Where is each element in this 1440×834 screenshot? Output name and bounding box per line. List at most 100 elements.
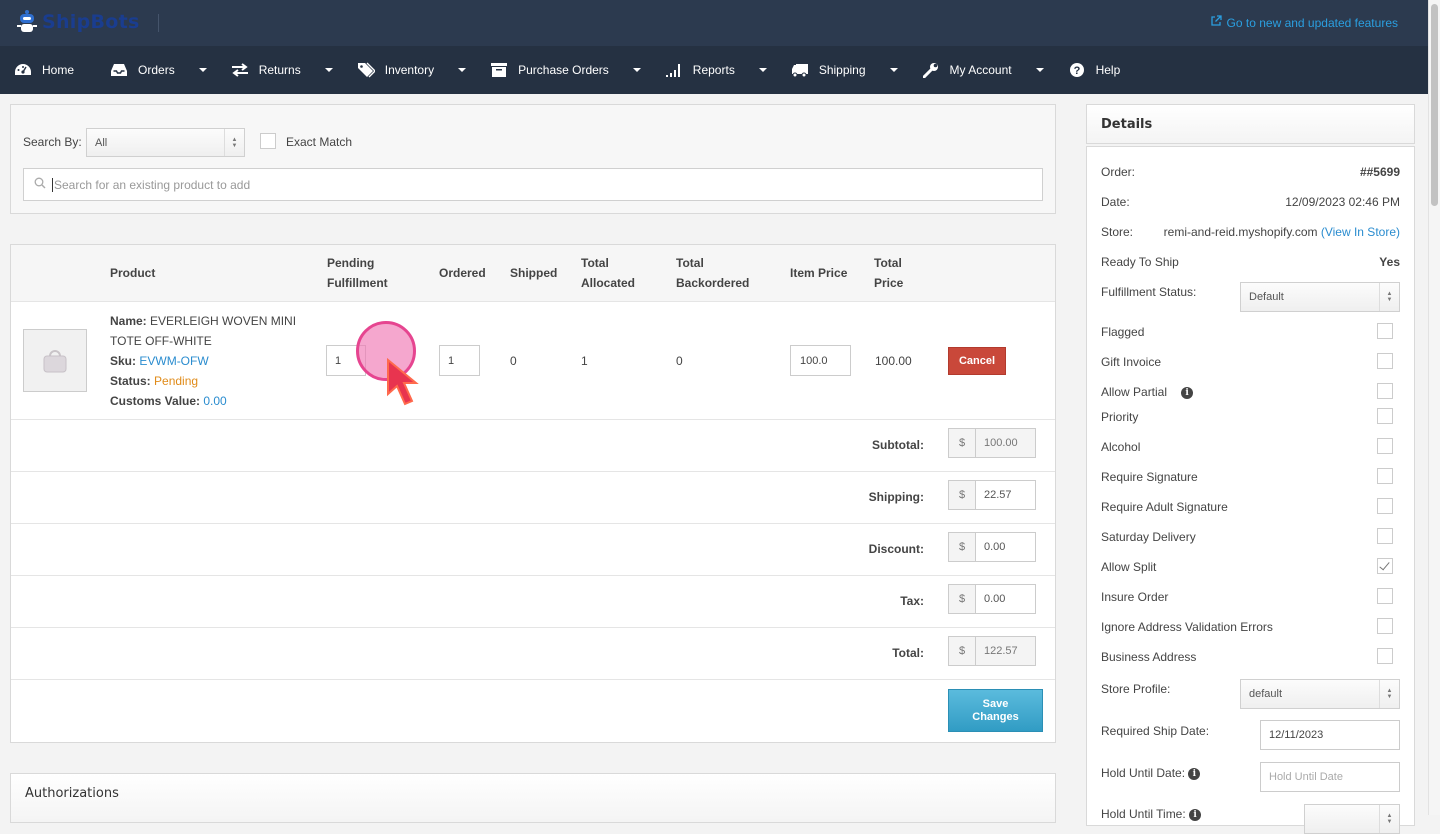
- store-profile-select[interactable]: default ▲ ▼: [1240, 679, 1400, 709]
- hold-until-time-select[interactable]: ▲ ▼: [1304, 804, 1400, 834]
- flag-label: Alcohol: [1101, 440, 1140, 454]
- flag-label: Require Signature: [1101, 470, 1198, 484]
- save-changes-button[interactable]: Save Changes: [948, 689, 1043, 732]
- exact-match-checkbox[interactable]: [260, 133, 276, 149]
- inbox-icon: [110, 62, 128, 78]
- tags-icon: [357, 62, 375, 78]
- new-features-label: Go to new and updated features: [1226, 15, 1398, 30]
- nav-returns[interactable]: Returns: [231, 46, 357, 94]
- question-circle-icon: ?: [1068, 62, 1086, 78]
- nav-purchase-orders[interactable]: Purchase Orders: [490, 46, 665, 94]
- save-label-line1: Save: [982, 697, 1009, 710]
- flag-checkbox[interactable]: [1377, 468, 1393, 484]
- nav-inventory-label: Inventory: [384, 63, 435, 77]
- wrench-icon: [922, 62, 940, 78]
- flag-label: Insure Order: [1101, 590, 1168, 604]
- item-price-input[interactable]: 100.0: [790, 345, 851, 376]
- col-shipped: Shipped: [510, 266, 558, 280]
- flag-checkbox[interactable]: [1377, 498, 1393, 514]
- search-icon: [34, 177, 46, 192]
- main-nav: Home Orders Returns Inventory Purchase O…: [0, 46, 1428, 94]
- nav-my-account[interactable]: My Account: [922, 46, 1068, 94]
- nav-my-account-label: My Account: [949, 63, 1012, 77]
- order-label: Order:: [1101, 165, 1136, 179]
- robot-logo-icon: [16, 9, 38, 35]
- customs-value[interactable]: 0.00: [203, 394, 226, 408]
- flag-checkbox[interactable]: [1377, 528, 1393, 544]
- cancel-item-button[interactable]: Cancel: [948, 347, 1006, 375]
- flag-checkbox[interactable]: [1377, 648, 1393, 664]
- table-header: Product Pending Fulfillment Ordered Shipp…: [11, 245, 1055, 302]
- flag-label: Saturday Delivery: [1101, 530, 1196, 544]
- flag-label-text: Gift Invoice: [1101, 355, 1162, 369]
- search-by-select[interactable]: All ▲ ▼: [86, 128, 245, 157]
- page-scrollbar[interactable]: [1428, 0, 1440, 815]
- nav-shipping[interactable]: Shipping: [791, 46, 922, 94]
- details-header: Details: [1086, 104, 1415, 144]
- order-number-link[interactable]: ##5699: [1360, 165, 1400, 179]
- hold-until-date-input[interactable]: Hold Until Date: [1260, 762, 1400, 792]
- discount-input[interactable]: $0.00: [948, 532, 1036, 562]
- date-value: 12/09/2023 02:46 PM: [1285, 195, 1400, 209]
- brand-logo[interactable]: ShipBots: [16, 9, 140, 35]
- flag-checkbox[interactable]: [1377, 353, 1393, 369]
- col-backordered-line1: Total: [676, 256, 704, 270]
- new-features-link[interactable]: Go to new and updated features: [1210, 15, 1398, 30]
- flag-checkbox[interactable]: [1377, 438, 1393, 454]
- total-label: Total:: [892, 646, 924, 660]
- flag-label-text: Insure Order: [1101, 590, 1169, 604]
- flag-label-text: Alcohol: [1101, 440, 1141, 454]
- text-caret: [52, 177, 53, 192]
- status-badge: Pending: [154, 374, 199, 388]
- sku-link[interactable]: EVWM-OFW: [139, 354, 208, 368]
- product-info: Name: EVERLEIGH WOVEN MINI TOTE OFF-WHIT…: [110, 311, 296, 411]
- store-profile-label: Store Profile:: [1101, 682, 1171, 696]
- subtotal-value: 100.00: [976, 429, 1035, 457]
- flag-checkbox[interactable]: [1377, 558, 1393, 574]
- flag-label-text: Priority: [1101, 410, 1139, 424]
- flag-checkbox[interactable]: [1377, 383, 1393, 399]
- shipping-input[interactable]: $22.57: [948, 480, 1036, 510]
- nav-help[interactable]: ? Help: [1068, 46, 1120, 94]
- flag-label: Allow Partial i: [1101, 385, 1194, 399]
- scrollbar-thumb[interactable]: [1431, 4, 1438, 206]
- flag-label: Priority: [1101, 410, 1138, 424]
- view-in-store-link[interactable]: (View In Store): [1321, 225, 1400, 239]
- col-pending-line1: Pending: [327, 256, 375, 270]
- store-label: Store:: [1101, 225, 1134, 239]
- customs-label: Customs Value:: [110, 394, 201, 408]
- product-search-input[interactable]: Search for an existing product to add: [23, 168, 1043, 201]
- tax-input[interactable]: $0.00: [948, 584, 1036, 614]
- flag-checkbox[interactable]: [1377, 323, 1393, 339]
- nav-home[interactable]: Home: [14, 46, 110, 94]
- flag-checkbox[interactable]: [1377, 408, 1393, 424]
- authorizations-panel[interactable]: Authorizations: [10, 773, 1056, 823]
- flag-label-text: Business Address: [1101, 650, 1197, 664]
- hold-until-date-text: Hold Until Date:: [1101, 766, 1186, 780]
- ordered-qty-input[interactable]: 1: [439, 345, 480, 376]
- chevron-down-icon: [758, 68, 767, 72]
- chevron-down-icon: [889, 68, 898, 72]
- col-item-price: Item Price: [790, 266, 848, 280]
- product-thumbnail[interactable]: [23, 329, 87, 392]
- nav-orders-label: Orders: [138, 63, 175, 77]
- hold-until-date-placeholder: Hold Until Date: [1269, 771, 1343, 783]
- tax-label: Tax:: [900, 594, 924, 608]
- currency-addon: $: [949, 533, 976, 561]
- currency-addon: $: [949, 637, 976, 665]
- info-icon[interactable]: i: [1188, 767, 1201, 780]
- info-icon[interactable]: i: [1181, 386, 1194, 399]
- required-ship-date-input[interactable]: 12/11/2023: [1260, 720, 1400, 750]
- flag-checkbox[interactable]: [1377, 618, 1393, 634]
- chevron-down-icon: [324, 68, 333, 72]
- col-allocated-line2: Allocated: [581, 276, 636, 290]
- flag-checkbox[interactable]: [1377, 588, 1393, 604]
- nav-shipping-label: Shipping: [818, 63, 866, 77]
- nav-inventory[interactable]: Inventory: [357, 46, 490, 94]
- shipping-label: Shipping:: [868, 490, 924, 504]
- fulfillment-status-select[interactable]: Default ▲ ▼: [1240, 282, 1400, 312]
- nav-orders[interactable]: Orders: [110, 46, 231, 94]
- dashboard-icon: [14, 62, 32, 78]
- nav-reports[interactable]: Reports: [665, 46, 791, 94]
- col-pending-line2: Fulfillment: [327, 276, 388, 290]
